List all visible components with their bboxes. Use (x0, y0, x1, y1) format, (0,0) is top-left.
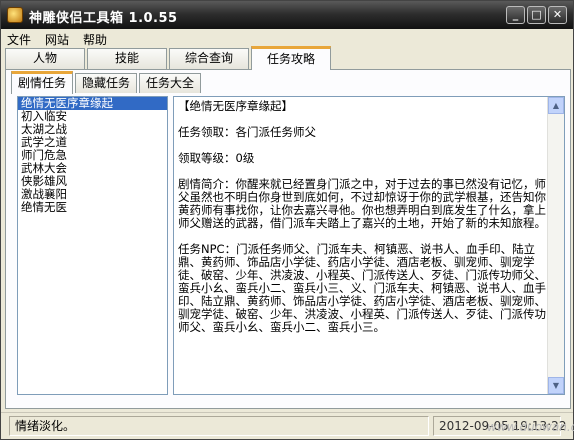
menu-file[interactable]: 文件 (7, 31, 31, 48)
app-window: 神雕侠侣工具箱 1.0.55 _ □ ✕ 文件 网站 帮助 人物 技能 综合查询… (0, 0, 574, 440)
quest-heading: 【绝情无医序章缘起】 (178, 99, 293, 113)
list-item[interactable]: 绝情无医 (18, 201, 167, 214)
quest-summary: 剧情简介：你醒来就已经置身门派之中，对于过去的事已然没有记忆，师父虽然也不明白你… (178, 177, 546, 230)
subtab-all-quests[interactable]: 任务大全 (139, 73, 201, 93)
quest-list[interactable]: 绝情无医序章缘起 初入临安 太湖之战 武学之道 师门危急 武林大会 侠影雄风 激… (17, 96, 168, 395)
close-icon[interactable]: ✕ (548, 6, 567, 24)
subtab-hidden-quests[interactable]: 隐藏任务 (75, 73, 137, 93)
quest-npcs: 任务NPC：门派任务师父、门派车夫、柯镇恶、说书人、血手印、陆立鼎、黄药师、饰品… (178, 242, 546, 334)
tab-quest-guide[interactable]: 任务攻略 (251, 46, 331, 70)
app-icon (7, 7, 23, 23)
window-title: 神雕侠侣工具箱 1.0.55 (29, 11, 178, 26)
tab-characters[interactable]: 人物 (5, 48, 85, 69)
status-message: 情绪淡化。 (9, 416, 429, 436)
quest-giver: 任务领取：各门派任务师父 (178, 125, 316, 139)
quest-detail-textbox[interactable]: 【绝情无医序章缘起】 任务领取：各门派任务师父 领取等级：0级 剧情简介：你醒来… (173, 96, 565, 395)
maximize-icon[interactable]: □ (527, 6, 546, 24)
vertical-scrollbar[interactable]: ▲ ▼ (547, 97, 564, 394)
scroll-down-icon[interactable]: ▼ (548, 377, 564, 394)
quest-detail-text: 【绝情无医序章缘起】 任务领取：各门派任务师父 领取等级：0级 剧情简介：你醒来… (178, 100, 548, 347)
scroll-up-icon[interactable]: ▲ (548, 97, 564, 114)
menu-help[interactable]: 帮助 (83, 31, 107, 48)
menu-website[interactable]: 网站 (45, 31, 69, 48)
subtab-story-quests[interactable]: 剧情任务 (11, 71, 73, 94)
quest-guide-panel: 剧情任务 隐藏任务 任务大全 绝情无医序章缘起 初入临安 太湖之战 武学之道 师… (5, 69, 571, 409)
quest-level: 领取等级：0级 (178, 151, 255, 165)
tab-skills[interactable]: 技能 (87, 48, 167, 69)
watermark: www.duowan.com (487, 420, 574, 434)
minimize-icon[interactable]: _ (506, 6, 525, 24)
tab-query[interactable]: 综合查询 (169, 48, 249, 69)
title-bar[interactable]: 神雕侠侣工具箱 1.0.55 _ □ ✕ (1, 1, 573, 29)
